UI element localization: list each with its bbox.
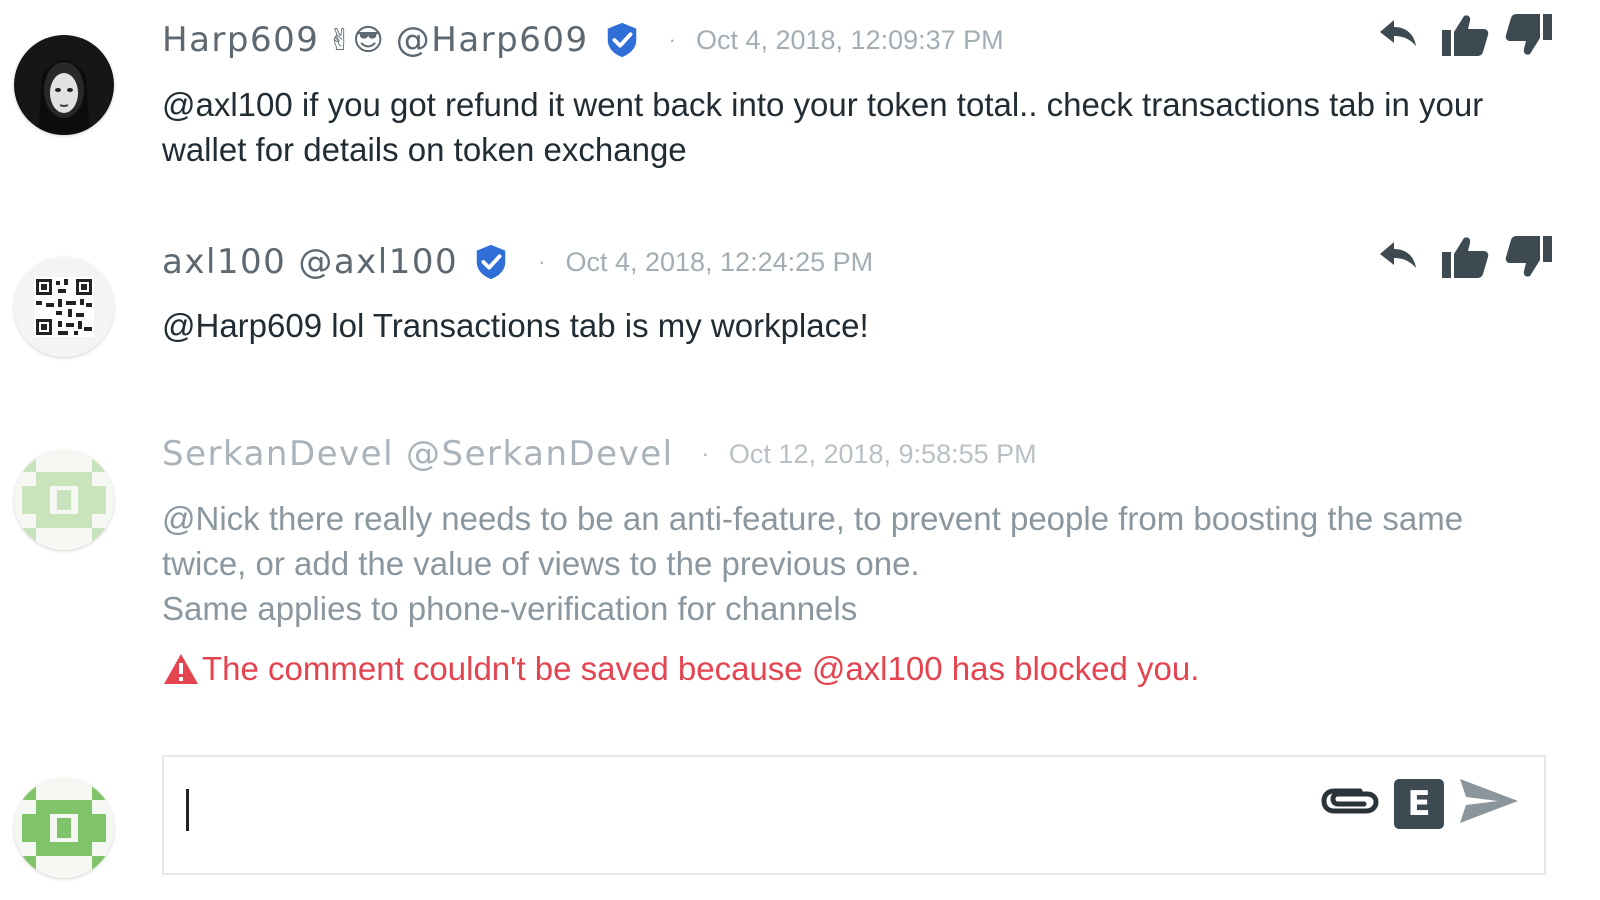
avatar[interactable] — [14, 35, 114, 135]
verified-badge-icon — [476, 244, 506, 280]
warning-icon — [164, 654, 198, 684]
comment-text: there really needs to be an anti-feature… — [162, 500, 1464, 582]
paperclip-icon[interactable] — [1320, 781, 1380, 826]
avatar[interactable] — [14, 450, 114, 550]
comment-text-line2: Same applies to phone-verification for c… — [162, 590, 858, 627]
author-name[interactable]: SerkanDevel — [162, 434, 394, 474]
thumbs-up-icon[interactable] — [1440, 12, 1489, 57]
timestamp[interactable]: Oct 4, 2018, 12:09:37 PM — [696, 25, 1004, 56]
separator-dot: · — [538, 249, 546, 274]
composer-tools: E — [1320, 775, 1520, 832]
avatar[interactable] — [14, 778, 114, 878]
text-caret — [186, 789, 189, 831]
comment-input[interactable] — [182, 787, 1306, 861]
avatar[interactable] — [14, 257, 114, 357]
separator-dot: · — [668, 27, 676, 52]
mention-link[interactable]: @Nick — [162, 500, 260, 537]
author-name[interactable]: axl100 — [162, 242, 286, 282]
comment-body: @Harp609 lol Transactions tab is my work… — [162, 303, 1552, 348]
mention-link[interactable]: @axl100 — [162, 86, 293, 123]
comment-header: Harp609 ✌😎 @Harp609 · Oct 4, 2018, 12:09… — [162, 18, 1004, 62]
thumbs-up-icon[interactable] — [1440, 234, 1489, 278]
author-handle[interactable]: @Harp609 — [396, 20, 589, 60]
comment-header: SerkanDevel @SerkanDevel · Oct 12, 2018,… — [162, 432, 1037, 476]
verified-badge-icon — [607, 22, 636, 58]
separator-dot: · — [701, 441, 709, 466]
thumbs-down-icon[interactable] — [1504, 234, 1552, 278]
comment-input-box[interactable]: E — [162, 755, 1546, 875]
error-message: The comment couldn't be saved because @a… — [162, 650, 1199, 688]
timestamp[interactable]: Oct 4, 2018, 12:24:25 PM — [565, 247, 873, 278]
comment-actions — [1376, 12, 1552, 57]
thumbs-down-icon[interactable] — [1504, 12, 1552, 56]
emoji-button[interactable]: E — [1394, 778, 1444, 829]
comment-text: lol Transactions tab is my workplace! — [322, 307, 869, 344]
timestamp[interactable]: Oct 12, 2018, 9:58:55 PM — [729, 439, 1037, 470]
comment-body: @axl100 if you got refund it went back i… — [162, 82, 1552, 172]
comment-text: if you got refund it went back into your… — [162, 86, 1484, 168]
comment-actions — [1376, 234, 1552, 278]
author-handle[interactable]: @axl100 — [298, 242, 458, 282]
mention-link[interactable]: @Harp609 — [162, 307, 322, 344]
reply-icon[interactable] — [1376, 234, 1420, 278]
send-icon[interactable] — [1458, 775, 1520, 832]
error-text: The comment couldn't be saved because @a… — [202, 650, 1200, 687]
author-name[interactable]: Harp609 — [162, 20, 319, 60]
reply-icon[interactable] — [1376, 12, 1420, 56]
author-emoji: ✌😎 — [327, 22, 384, 58]
author-handle[interactable]: @SerkanDevel — [406, 434, 674, 474]
comment-body: @Nick there really needs to be an anti-f… — [162, 496, 1552, 631]
comment-header: axl100 @axl100 · Oct 4, 2018, 12:24:25 P… — [162, 240, 873, 284]
